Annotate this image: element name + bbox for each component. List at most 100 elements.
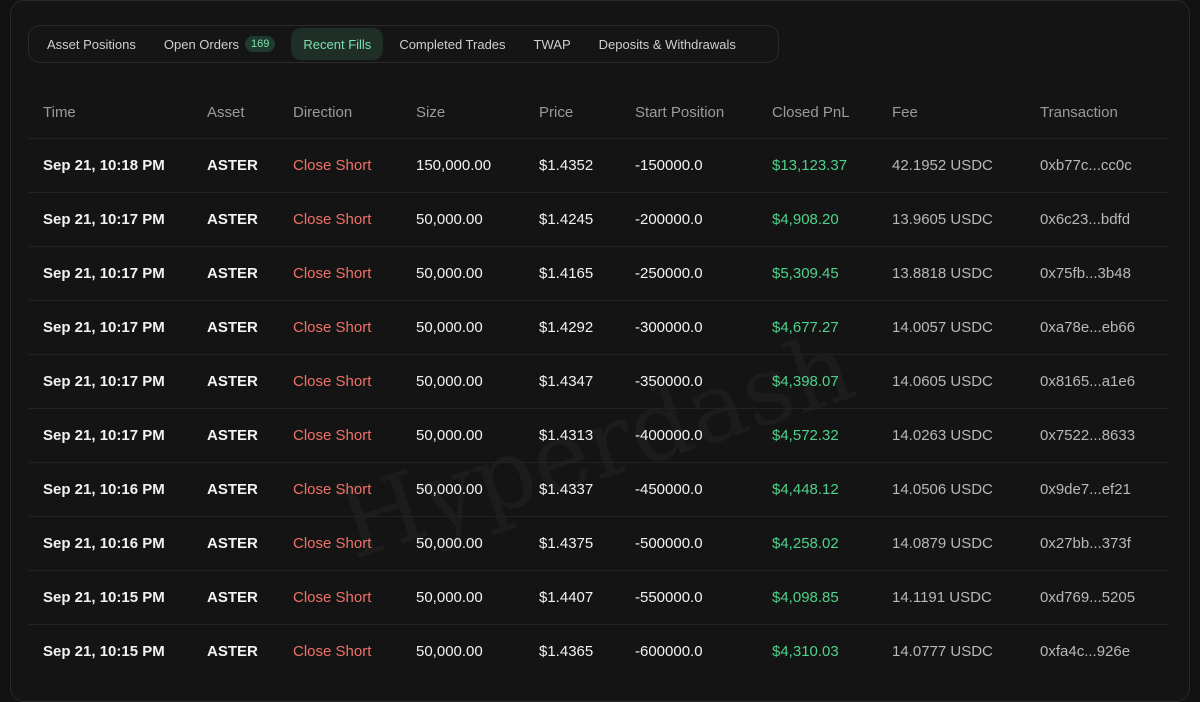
fill-start-position: -550000.0 <box>635 589 703 606</box>
fill-price: $1.4165 <box>539 265 594 282</box>
transaction-link[interactable]: 0x9de7...ef21 <box>1040 463 1131 516</box>
fill-time: Sep 21, 10:17 PM <box>43 265 165 282</box>
fill-size: 50,000.00 <box>416 643 483 660</box>
fill-closed-pnl: $4,448.12 <box>772 481 839 498</box>
table-body: Sep 21, 10:18 PM ASTER Close Short 150,000.… <box>28 138 1168 678</box>
transaction-link[interactable]: 0x6c23...bdfd <box>1040 193 1130 246</box>
fill-direction: Close Short <box>293 319 372 336</box>
table-header: Time Asset Direction Size Price Start Po… <box>28 86 1168 138</box>
transaction-link[interactable]: 0xd769...5205 <box>1040 571 1135 624</box>
fill-size: 50,000.00 <box>416 535 483 552</box>
tab-label: TWAP <box>533 36 571 52</box>
fill-closed-pnl: $4,098.85 <box>772 589 839 606</box>
fill-fee: 13.8818 USDC <box>892 265 993 282</box>
table-row[interactable]: Sep 21, 10:17 PM ASTER Close Short 50,000.0… <box>28 300 1168 354</box>
fill-start-position: -300000.0 <box>635 319 703 336</box>
fill-time: Sep 21, 10:17 PM <box>43 373 165 390</box>
fill-price: $1.4347 <box>539 373 594 390</box>
transaction-link[interactable]: 0xa78e...eb66 <box>1040 301 1135 354</box>
column-header-price[interactable]: Price <box>539 86 573 138</box>
fill-fee: 14.1191 USDC <box>892 589 992 606</box>
fill-closed-pnl: $5,309.45 <box>772 265 839 282</box>
fill-direction: Close Short <box>293 589 372 606</box>
table-row[interactable]: Sep 21, 10:16 PM ASTER Close Short 50,000.0… <box>28 462 1168 516</box>
transaction-link[interactable]: 0x7522...8633 <box>1040 409 1135 462</box>
column-header-start-position[interactable]: Start Position <box>635 86 724 138</box>
tab-label: Asset Positions <box>47 36 136 52</box>
fill-start-position: -200000.0 <box>635 211 703 228</box>
fill-price: $1.4292 <box>539 319 594 336</box>
fills-table: Time Asset Direction Size Price Start Po… <box>28 86 1168 678</box>
fill-asset: ASTER <box>207 535 258 552</box>
fill-asset: ASTER <box>207 481 258 498</box>
fill-start-position: -250000.0 <box>635 265 703 282</box>
fill-direction: Close Short <box>293 265 372 282</box>
fill-closed-pnl: $4,398.07 <box>772 373 839 390</box>
tab-label: Completed Trades <box>399 36 506 52</box>
fill-fee: 14.0263 USDC <box>892 427 993 444</box>
fill-time: Sep 21, 10:15 PM <box>43 589 165 606</box>
tab-bar: Asset Positions Open Orders 169 Recent F… <box>28 25 779 63</box>
fill-direction: Close Short <box>293 211 372 228</box>
fill-time: Sep 21, 10:16 PM <box>43 535 165 552</box>
fill-direction: Close Short <box>293 427 372 444</box>
column-header-direction[interactable]: Direction <box>293 86 352 138</box>
fill-asset: ASTER <box>207 265 258 282</box>
fill-time: Sep 21, 10:15 PM <box>43 643 165 660</box>
fill-price: $1.4337 <box>539 481 594 498</box>
table-row[interactable]: Sep 21, 10:17 PM ASTER Close Short 50,000.0… <box>28 192 1168 246</box>
fill-size: 50,000.00 <box>416 265 483 282</box>
tab-deposits-withdrawals[interactable]: Deposits & Withdrawals <box>587 28 748 60</box>
tab-label: Deposits & Withdrawals <box>598 36 736 52</box>
tab-completed-trades[interactable]: Completed Trades <box>387 28 517 60</box>
fill-asset: ASTER <box>207 373 258 390</box>
tab-recent-fills[interactable]: Recent Fills <box>291 28 384 60</box>
fill-size: 50,000.00 <box>416 373 483 390</box>
column-header-transaction[interactable]: Transaction <box>1040 86 1118 138</box>
fill-size: 50,000.00 <box>416 427 483 444</box>
table-row[interactable]: Sep 21, 10:16 PM ASTER Close Short 50,000.0… <box>28 516 1168 570</box>
fill-start-position: -600000.0 <box>635 643 703 660</box>
fill-closed-pnl: $13,123.37 <box>772 157 848 174</box>
tab-twap[interactable]: TWAP <box>522 28 583 60</box>
fill-time: Sep 21, 10:18 PM <box>43 157 165 174</box>
table-row[interactable]: Sep 21, 10:17 PM ASTER Close Short 50,000.0… <box>28 246 1168 300</box>
tab-asset-positions[interactable]: Asset Positions <box>35 28 148 60</box>
fill-start-position: -350000.0 <box>635 373 703 390</box>
fill-fee: 42.1952 USDC <box>892 157 993 174</box>
column-header-size[interactable]: Size <box>416 86 445 138</box>
transaction-link[interactable]: 0x8165...a1e6 <box>1040 355 1135 408</box>
transaction-link[interactable]: 0xfa4c...926e <box>1040 625 1130 678</box>
fill-size: 50,000.00 <box>416 319 483 336</box>
fill-asset: ASTER <box>207 643 258 660</box>
fill-asset: ASTER <box>207 157 258 174</box>
table-row[interactable]: Sep 21, 10:18 PM ASTER Close Short 150,000.… <box>28 138 1168 192</box>
table-row[interactable]: Sep 21, 10:15 PM ASTER Close Short 50,000.0… <box>28 624 1168 678</box>
table-row[interactable]: Sep 21, 10:17 PM ASTER Close Short 50,000.0… <box>28 354 1168 408</box>
table-row[interactable]: Sep 21, 10:17 PM ASTER Close Short 50,000.0… <box>28 408 1168 462</box>
transaction-link[interactable]: 0x27bb...373f <box>1040 517 1131 570</box>
fill-direction: Close Short <box>293 535 372 552</box>
column-header-closed-pnl[interactable]: Closed PnL <box>772 86 850 138</box>
fill-fee: 14.0057 USDC <box>892 319 993 336</box>
column-header-asset[interactable]: Asset <box>207 86 245 138</box>
fill-time: Sep 21, 10:17 PM <box>43 427 165 444</box>
tab-label: Recent Fills <box>303 36 372 52</box>
table-row[interactable]: Sep 21, 10:15 PM ASTER Close Short 50,000.0… <box>28 570 1168 624</box>
fill-price: $1.4375 <box>539 535 594 552</box>
fill-start-position: -150000.0 <box>635 157 703 174</box>
fill-asset: ASTER <box>207 211 258 228</box>
open-orders-count-badge: 169 <box>245 36 276 52</box>
tab-open-orders[interactable]: Open Orders 169 <box>152 28 288 60</box>
fill-fee: 14.0879 USDC <box>892 535 993 552</box>
fill-closed-pnl: $4,908.20 <box>772 211 839 228</box>
fill-time: Sep 21, 10:17 PM <box>43 211 165 228</box>
transaction-link[interactable]: 0xb77c...cc0c <box>1040 139 1132 192</box>
fill-price: $1.4245 <box>539 211 594 228</box>
column-header-time[interactable]: Time <box>43 86 76 138</box>
fill-start-position: -450000.0 <box>635 481 703 498</box>
fill-asset: ASTER <box>207 589 258 606</box>
column-header-fee[interactable]: Fee <box>892 86 918 138</box>
transaction-link[interactable]: 0x75fb...3b48 <box>1040 247 1131 300</box>
fill-asset: ASTER <box>207 427 258 444</box>
